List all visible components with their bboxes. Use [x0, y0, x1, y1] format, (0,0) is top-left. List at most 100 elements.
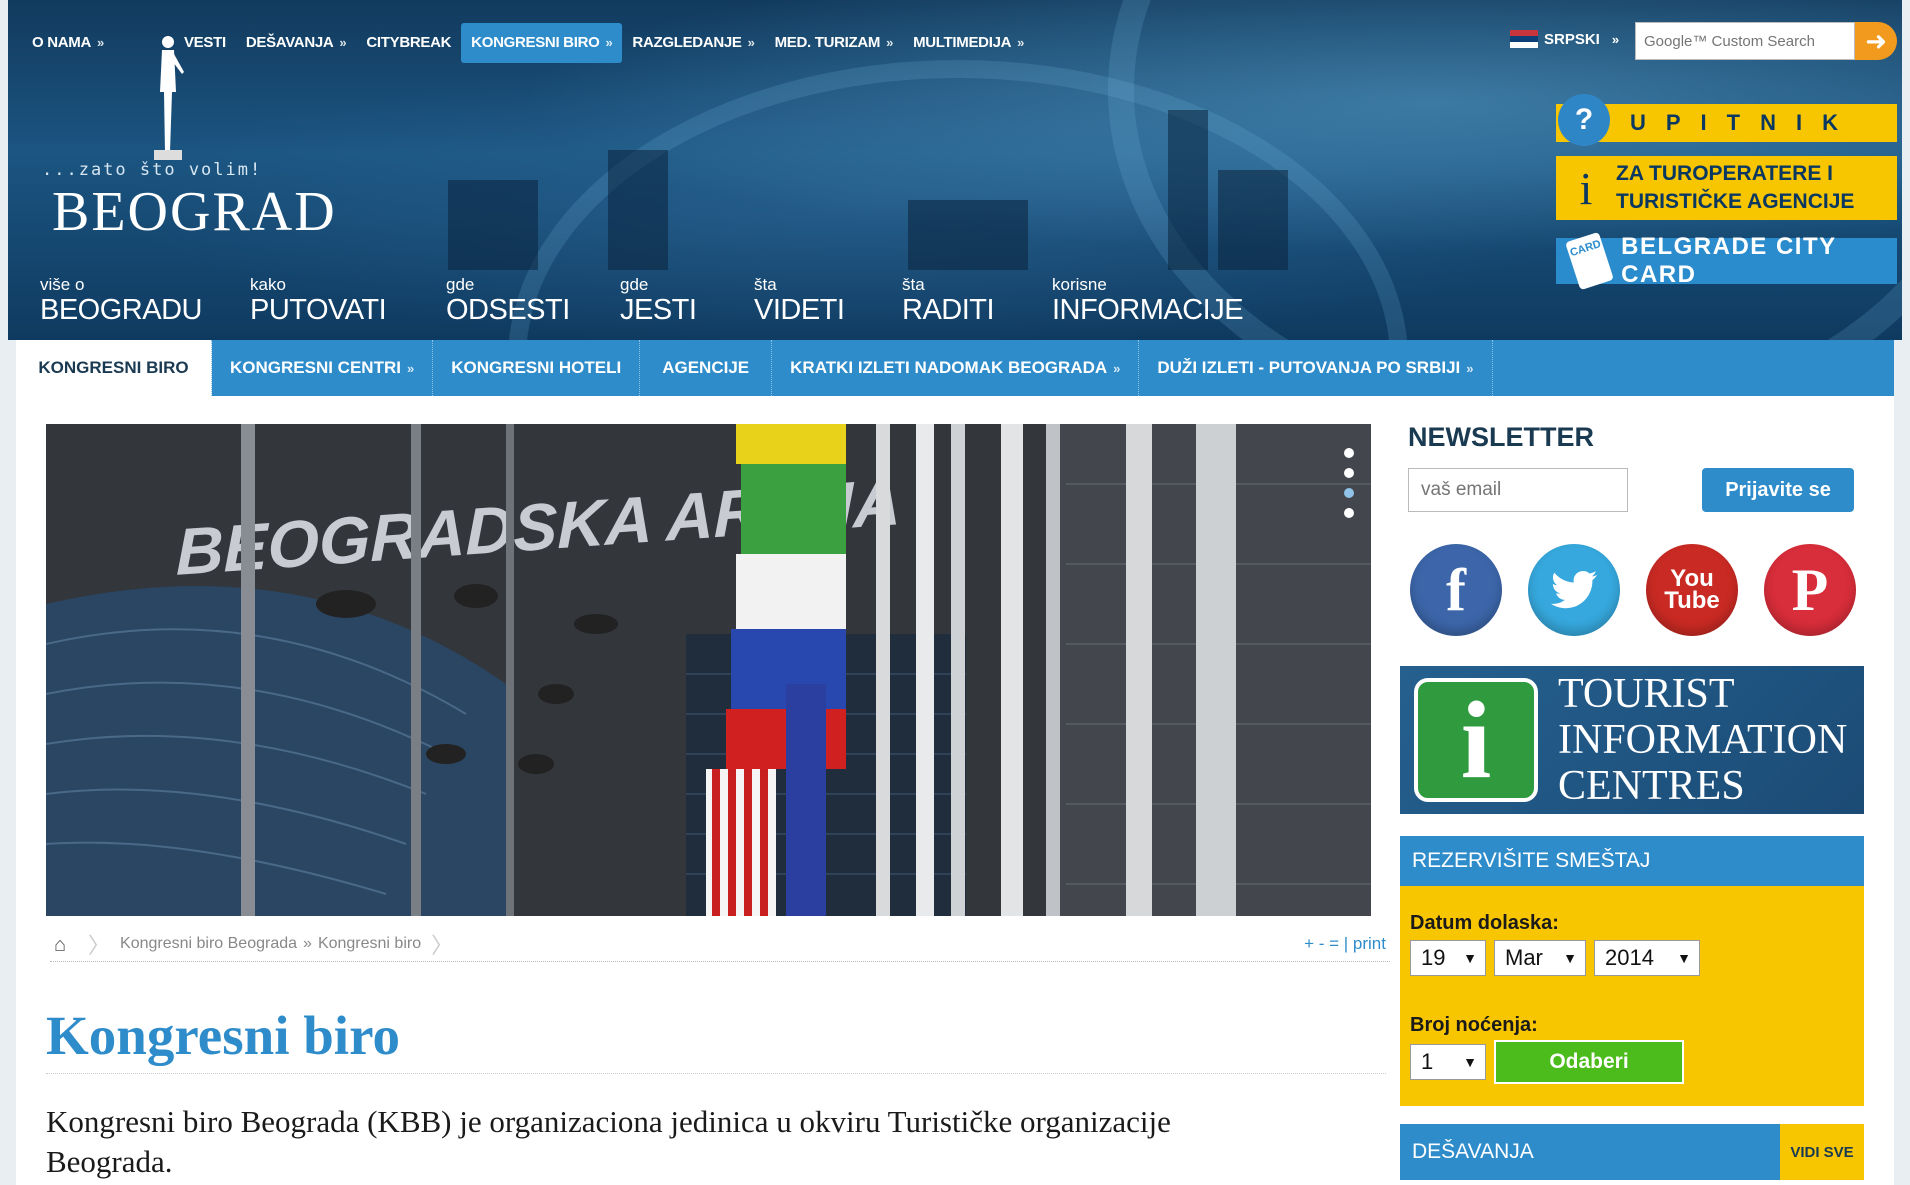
- tourist-information-centres-banner[interactable]: i TOURIST INFORMATION CENTRES: [1400, 666, 1864, 814]
- subnav-kongresni-hoteli[interactable]: KONGRESNI HOTELI: [433, 340, 641, 396]
- newsletter-subscribe-button[interactable]: Prijavite se: [1702, 468, 1854, 512]
- breadcrumb-item[interactable]: Kongresni biro: [318, 935, 421, 953]
- subnav-kratki-izleti[interactable]: KRATKI IZLETI NADOMAK BEOGRADA »: [772, 340, 1140, 396]
- nights-select[interactable]: 1 ▼: [1410, 1044, 1486, 1080]
- mainnav-raditi[interactable]: šta RADITI: [902, 275, 1052, 327]
- mainnav-big: RADITI: [902, 294, 995, 326]
- mainnav-odsesti[interactable]: gde ODSESTI: [446, 275, 620, 327]
- arrival-year-select[interactable]: 2014 ▼: [1594, 940, 1700, 976]
- home-icon[interactable]: ⌂: [54, 934, 78, 956]
- upitnik-banner[interactable]: ? UPITNIK: [1556, 94, 1897, 146]
- skyline-building: [908, 200, 1028, 270]
- subnav-kongresni-biro[interactable]: KONGRESNI BIRO: [16, 340, 212, 396]
- booking-title: REZERVIŠITE SMEŠTAJ: [1400, 836, 1864, 886]
- select-value: Mar: [1505, 945, 1543, 970]
- chevron-down-icon: »: [1611, 31, 1620, 47]
- arena-photo: BEOGRADSKA ARENA: [46, 424, 1371, 916]
- tour-operators-label: ZA TUROPERATERE I TURISTIČKE AGENCIJE: [1616, 160, 1854, 216]
- city-card-label: BELGRADE CITY CARD: [1621, 233, 1837, 288]
- mainnav-jesti[interactable]: gde JESTI: [620, 275, 754, 327]
- skyline-building: [1218, 170, 1288, 270]
- breadcrumb-divider: 〉: [88, 932, 111, 958]
- city-card-icon: CARD: [1565, 231, 1614, 291]
- youtube-icon[interactable]: You Tube: [1646, 544, 1738, 636]
- topnav-razgledanje[interactable]: RAZGLEDANJE »: [622, 23, 764, 63]
- chevron-down-icon: »: [1113, 361, 1121, 376]
- booking-submit-button[interactable]: Odaberi: [1494, 1040, 1684, 1084]
- subnav-label: KONGRESNI CENTRI: [230, 358, 401, 377]
- mainnav-putovati[interactable]: kako PUTOVATI: [250, 275, 446, 327]
- subnav-label: KONGRESNI BIRO: [38, 358, 189, 377]
- caret-down-icon: ▼: [1463, 1054, 1477, 1070]
- newsletter-email-input[interactable]: [1408, 468, 1628, 512]
- search-input[interactable]: [1635, 22, 1856, 60]
- mainnav-small: gde: [446, 275, 475, 294]
- language-label: SRPSKI: [1544, 30, 1600, 48]
- site-search: ➜: [1635, 22, 1897, 60]
- hero-slideshow[interactable]: BEOGRADSKA ARENA: [46, 424, 1371, 916]
- topnav-multimedija[interactable]: MULTIMEDIJA »: [903, 23, 1034, 63]
- caret-down-icon: ▼: [1677, 950, 1691, 966]
- info-icon: i: [1579, 162, 1593, 214]
- arrival-day-select[interactable]: 19 ▼: [1410, 940, 1486, 976]
- logo-tagline: ...zato što volim!: [42, 160, 263, 180]
- breadcrumb-item[interactable]: Kongresni biro Beograda: [120, 935, 297, 953]
- mainnav-small: šta: [754, 275, 777, 294]
- mainnav-small: više o: [40, 275, 85, 294]
- pinterest-icon[interactable]: P: [1764, 544, 1856, 636]
- topnav-label: KONGRESNI BIRO: [471, 34, 600, 51]
- mainnav-beogradu[interactable]: više o BEOGRADU: [40, 275, 250, 327]
- slide-dot[interactable]: [1344, 468, 1354, 478]
- subnav-label: AGENCIJE: [662, 358, 750, 377]
- subnav-kongresni-centri[interactable]: KONGRESNI CENTRI »: [212, 340, 434, 396]
- tour-operators-banner[interactable]: i ZA TUROPERATERE I TURISTIČKE AGENCIJE: [1556, 156, 1897, 220]
- slide-dot[interactable]: [1344, 448, 1354, 458]
- city-card-banner[interactable]: CARD BELGRADE CITY CARD: [1556, 231, 1897, 291]
- youtube-logo-text: You Tube: [1664, 567, 1720, 613]
- topnav-kongresni-biro[interactable]: KONGRESNI BIRO »: [461, 23, 623, 63]
- topnav-label: CITYBREAK: [366, 34, 452, 51]
- tic-label: TOURIST INFORMATION CENTRES: [1558, 671, 1847, 809]
- mainnav-small: šta: [902, 275, 925, 294]
- breadcrumb: ⌂ 〉 Kongresni biro Beograda » Kongresni …: [50, 926, 1390, 962]
- page-intro: Kongresni biro Beograda (KBB) je organiz…: [46, 1104, 1171, 1179]
- slide-dot[interactable]: [1344, 508, 1354, 518]
- arrival-month-select[interactable]: Mar ▼: [1494, 940, 1586, 976]
- search-submit-button[interactable]: ➜: [1855, 22, 1897, 60]
- page-title: Kongresni biro: [46, 1004, 1386, 1074]
- mainnav-big: ODSESTI: [446, 294, 570, 326]
- caret-down-icon: ▼: [1463, 950, 1477, 966]
- section-subnav: KONGRESNI BIRO KONGRESNI CENTRI » KONGRES…: [16, 340, 1894, 396]
- site-logo[interactable]: ...zato što volim! BEOGRAD: [38, 30, 358, 243]
- language-selector[interactable]: SRPSKI »: [1510, 30, 1619, 48]
- select-value: 19: [1421, 945, 1446, 970]
- serbian-flag-icon: [1510, 30, 1538, 48]
- breadcrumb-separator: »: [303, 934, 312, 952]
- upitnik-label: UPITNIK: [1630, 110, 1858, 135]
- twitter-icon[interactable]: [1528, 544, 1620, 636]
- subnav-label: DUŽI IZLETI - PUTOVANJA PO SRBIJI: [1157, 358, 1461, 377]
- arrival-date-label: Datum dolaska:: [1410, 912, 1559, 934]
- text-size-print-tools[interactable]: + - = | print: [1304, 934, 1386, 954]
- slide-dot-active[interactable]: [1344, 488, 1354, 498]
- newsletter-title: NEWSLETTER: [1408, 422, 1594, 452]
- see-all-events-button[interactable]: VIDI SVE: [1780, 1124, 1864, 1180]
- topnav-citybreak[interactable]: CITYBREAK: [356, 23, 461, 63]
- mainnav-big: PUTOVATI: [250, 294, 387, 326]
- subnav-duzi-izleti[interactable]: DUŽI IZLETI - PUTOVANJA PO SRBIJI »: [1139, 340, 1493, 396]
- topnav-med-turizam[interactable]: MED. TURIZAM »: [765, 23, 904, 63]
- breadcrumb-divider: 〉: [431, 932, 454, 958]
- mainnav-small: korisne: [1052, 275, 1107, 294]
- mainnav-small: kako: [250, 275, 286, 294]
- subnav-agencije[interactable]: AGENCIJE: [640, 340, 773, 396]
- mainnav-videti[interactable]: šta VIDETI: [754, 275, 902, 327]
- topnav-label: RAZGLEDANJE: [632, 34, 742, 51]
- tour-operators-line2: TURISTIČKE AGENCIJE: [1616, 190, 1855, 213]
- mainnav-informacije[interactable]: korisne INFORMACIJE: [1052, 275, 1252, 327]
- facebook-icon[interactable]: f: [1410, 544, 1502, 636]
- chevron-down-icon: »: [406, 361, 415, 376]
- tour-operators-line1: ZA TUROPERATERE I: [1616, 162, 1834, 185]
- mainnav-small: gde: [620, 275, 649, 294]
- arrow-right-icon: ➜: [1865, 25, 1888, 56]
- chevron-down-icon: »: [605, 35, 613, 50]
